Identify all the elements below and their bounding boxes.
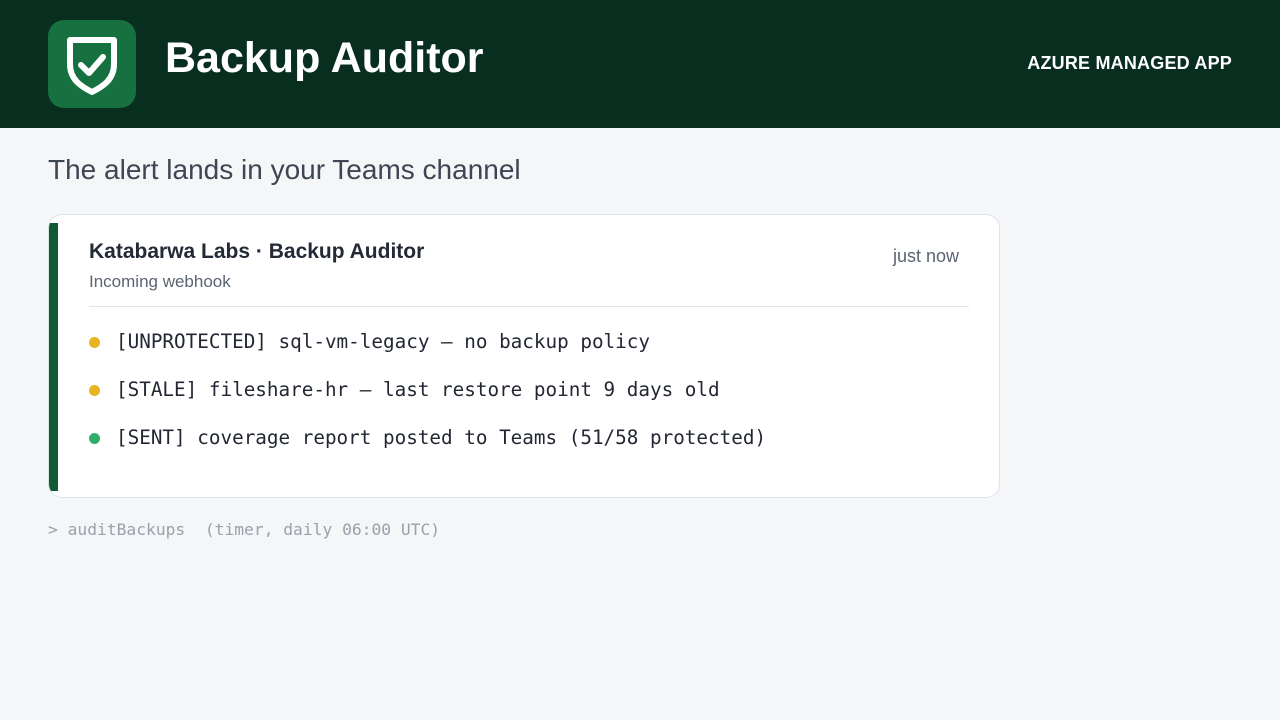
alert-text: [UNPROTECTED] sql-vm-legacy — no backup … xyxy=(116,330,650,353)
alert-item-unprotected: [UNPROTECTED] sql-vm-legacy — no backup … xyxy=(89,327,969,375)
app-logo xyxy=(48,20,136,108)
console-command-line: > auditBackups (timer, daily 06:00 UTC) xyxy=(48,520,441,539)
warning-status-dot-icon xyxy=(89,385,100,396)
teams-message-card: Katabarwa Labs · Backup Auditor Incoming… xyxy=(48,214,1000,498)
warning-status-dot-icon xyxy=(89,337,100,348)
shield-check-icon xyxy=(67,37,117,95)
alert-item-sent: [SENT] coverage report posted to Teams (… xyxy=(89,423,969,471)
card-title: Katabarwa Labs · Backup Auditor xyxy=(89,240,425,263)
success-status-dot-icon xyxy=(89,433,100,444)
app-header: Backup Auditor AZURE MANAGED APP xyxy=(0,0,1280,128)
card-subtitle: Incoming webhook xyxy=(89,272,231,291)
app-title: Backup Auditor xyxy=(165,34,484,82)
section-title: The alert lands in your Teams channel xyxy=(48,154,521,185)
azure-managed-app-badge: AZURE MANAGED APP xyxy=(1027,53,1232,73)
alert-text: [STALE] fileshare-hr — last restore poin… xyxy=(116,378,720,401)
card-accent-bar xyxy=(49,223,58,491)
alert-list: [UNPROTECTED] sql-vm-legacy — no backup … xyxy=(89,327,969,471)
card-divider xyxy=(89,306,969,307)
alert-text: [SENT] coverage report posted to Teams (… xyxy=(116,426,767,449)
alert-item-stale: [STALE] fileshare-hr — last restore poin… xyxy=(89,375,969,423)
message-timestamp: just now xyxy=(892,246,959,266)
